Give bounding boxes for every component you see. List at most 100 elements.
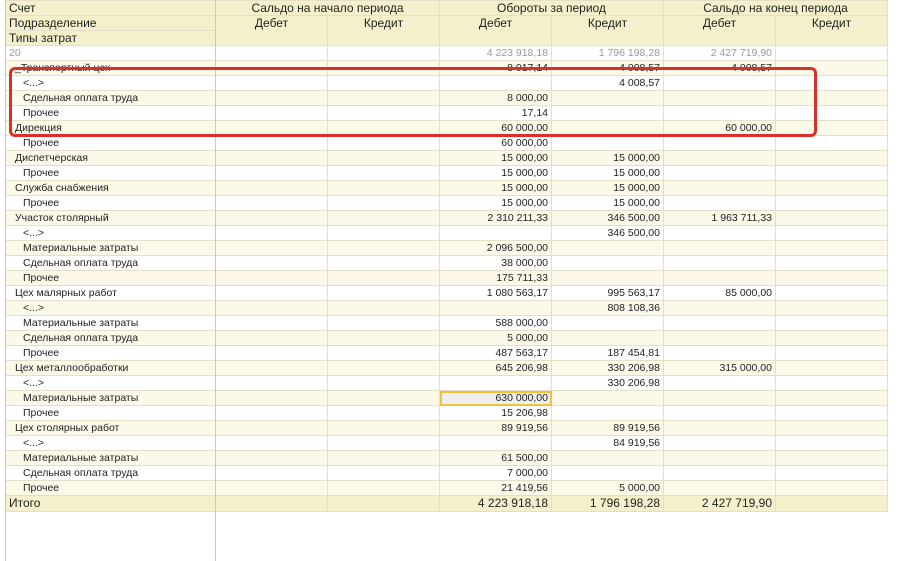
cell-closing-debit[interactable] (663, 465, 776, 481)
cell-closing-debit[interactable] (663, 330, 776, 346)
cell-opening-credit[interactable] (327, 45, 440, 61)
cell-opening-debit[interactable] (215, 300, 328, 316)
cell-turnover-credit[interactable] (551, 120, 664, 136)
cell-closing-credit[interactable] (775, 75, 888, 91)
cell-closing-credit[interactable] (775, 330, 888, 346)
cell-turnover-debit[interactable]: 487 563,17 (439, 345, 552, 361)
cell-turnover-credit[interactable] (551, 390, 664, 406)
cell-turnover-credit[interactable]: 995 563,17 (551, 285, 664, 301)
cell-closing-credit[interactable] (775, 405, 888, 421)
cell-turnover-debit[interactable] (439, 435, 552, 451)
cell-opening-debit[interactable] (215, 105, 328, 121)
cell-opening-credit[interactable] (327, 195, 440, 211)
table-row[interactable]: Прочее 17,14 (5, 105, 888, 121)
cell-opening-debit[interactable] (215, 390, 328, 406)
cell-turnover-credit[interactable]: 1 796 198,28 (551, 45, 664, 61)
cell-turnover-credit[interactable]: 808 108,36 (551, 300, 664, 316)
cell-opening-credit[interactable] (327, 345, 440, 361)
table-row[interactable]: Цех металлообработки 645 206,98 330 206,98… (5, 360, 888, 376)
cell-opening-credit[interactable] (327, 405, 440, 421)
cell-closing-credit[interactable] (775, 420, 888, 436)
cell-closing-credit[interactable] (775, 450, 888, 466)
table-row[interactable]: Диспетчерская 15 000,00 15 000,00 (5, 150, 888, 166)
cell-turnover-debit[interactable]: 8 000,00 (439, 90, 552, 106)
cell-opening-debit[interactable] (215, 135, 328, 151)
cell-opening-debit[interactable] (215, 465, 328, 481)
cell-opening-debit[interactable] (215, 435, 328, 451)
cell-turnover-debit[interactable]: 7 000,00 (439, 465, 552, 481)
header-turnover[interactable]: Обороты за период (439, 0, 664, 16)
cell-opening-debit[interactable] (215, 45, 328, 61)
cell-closing-credit[interactable] (775, 195, 888, 211)
cell-closing-credit[interactable] (775, 375, 888, 391)
cell-turnover-credit[interactable]: 330 206,98 (551, 360, 664, 376)
table-row[interactable]: Прочее 175 711,33 (5, 270, 888, 286)
cell-closing-debit[interactable]: 60 000,00 (663, 120, 776, 136)
cell-turnover-debit[interactable] (439, 375, 552, 391)
cell-closing-debit[interactable] (663, 135, 776, 151)
table-row[interactable]: <...> 4 008,57 (5, 75, 888, 91)
table-row[interactable]: Сдельная оплата труда 5 000,00 (5, 330, 888, 346)
cell-opening-credit[interactable] (327, 330, 440, 346)
cell-turnover-debit[interactable]: 60 000,00 (439, 120, 552, 136)
cell-closing-credit[interactable] (775, 255, 888, 271)
cell-closing-debit[interactable] (663, 435, 776, 451)
cell-opening-credit[interactable] (327, 285, 440, 301)
cell-turnover-credit[interactable]: 346 500,00 (551, 210, 664, 226)
cell-opening-credit[interactable] (327, 180, 440, 196)
cell-turnover-credit[interactable]: 15 000,00 (551, 165, 664, 181)
table-row[interactable]: <...> 330 206,98 (5, 375, 888, 391)
cell-closing-debit[interactable] (663, 300, 776, 316)
cell-opening-debit[interactable] (215, 120, 328, 136)
cell-turnover-debit[interactable]: 8 017,14 (439, 60, 552, 76)
cell-opening-credit[interactable] (327, 375, 440, 391)
cell-closing-debit[interactable] (663, 150, 776, 166)
cell-turnover-debit[interactable]: 21 419,56 (439, 480, 552, 496)
table-row[interactable]: <...> 346 500,00 (5, 225, 888, 241)
cell-opening-credit[interactable] (327, 90, 440, 106)
table-row[interactable]: Материальные затраты 2 096 500,00 (5, 240, 888, 256)
cell-opening-debit[interactable] (215, 225, 328, 241)
cell-closing-credit[interactable] (775, 90, 888, 106)
cell-turnover-debit[interactable]: 15 000,00 (439, 180, 552, 196)
cell-opening-debit[interactable] (215, 180, 328, 196)
cell-opening-debit[interactable] (215, 330, 328, 346)
cell-turnover-credit[interactable]: 15 000,00 (551, 195, 664, 211)
table-row[interactable]: Сдельная оплата труда 7 000,00 (5, 465, 888, 481)
header-closing-credit[interactable]: Кредит (775, 15, 888, 46)
cell-closing-debit[interactable] (663, 420, 776, 436)
cell-closing-credit[interactable] (775, 135, 888, 151)
cell-closing-debit[interactable] (663, 315, 776, 331)
cell-turnover-debit[interactable]: 60 000,00 (439, 135, 552, 151)
table-row[interactable]: <...> 808 108,36 (5, 300, 888, 316)
table-row[interactable]: Служба снабжения 15 000,00 15 000,00 (5, 180, 888, 196)
cell-closing-debit[interactable] (663, 90, 776, 106)
cell-turnover-debit[interactable]: 4 223 918,18 (439, 45, 552, 61)
cell-opening-credit[interactable] (327, 165, 440, 181)
cell-opening-credit[interactable] (327, 150, 440, 166)
cell-opening-credit[interactable] (327, 270, 440, 286)
cell-closing-credit[interactable] (775, 165, 888, 181)
cell-closing-debit[interactable] (663, 450, 776, 466)
cell-opening-credit[interactable] (327, 315, 440, 331)
header-turnover-credit[interactable]: Кредит (551, 15, 664, 46)
cell-turnover-debit[interactable]: 1 080 563,17 (439, 285, 552, 301)
cell-closing-credit[interactable] (775, 240, 888, 256)
cell-closing-credit[interactable] (775, 270, 888, 286)
table-row[interactable]: Участок столярный 2 310 211,33 346 500,00 1… (5, 210, 888, 226)
cell-turnover-credit[interactable]: 15 000,00 (551, 150, 664, 166)
cell-closing-credit[interactable] (775, 300, 888, 316)
cell-turnover-credit[interactable]: 4 008,57 (551, 75, 664, 91)
cell-turnover-debit[interactable]: 61 500,00 (439, 450, 552, 466)
cell-turnover-debit[interactable]: 17,14 (439, 105, 552, 121)
cell-turnover-debit[interactable]: 15 000,00 (439, 165, 552, 181)
cell-closing-debit[interactable] (663, 405, 776, 421)
table-row[interactable]: Материальные затраты 630 000,00 (5, 390, 888, 406)
cell-opening-debit[interactable] (215, 315, 328, 331)
cell-closing-debit[interactable] (663, 375, 776, 391)
cell-turnover-debit[interactable]: 588 000,00 (439, 315, 552, 331)
table-row[interactable]: Цех малярных работ 1 080 563,17 995 563,17… (5, 285, 888, 301)
cell-closing-debit[interactable] (663, 225, 776, 241)
table-row[interactable]: Дирекция 60 000,00 60 000,00 (5, 120, 888, 136)
cell-turnover-credit[interactable] (551, 240, 664, 256)
